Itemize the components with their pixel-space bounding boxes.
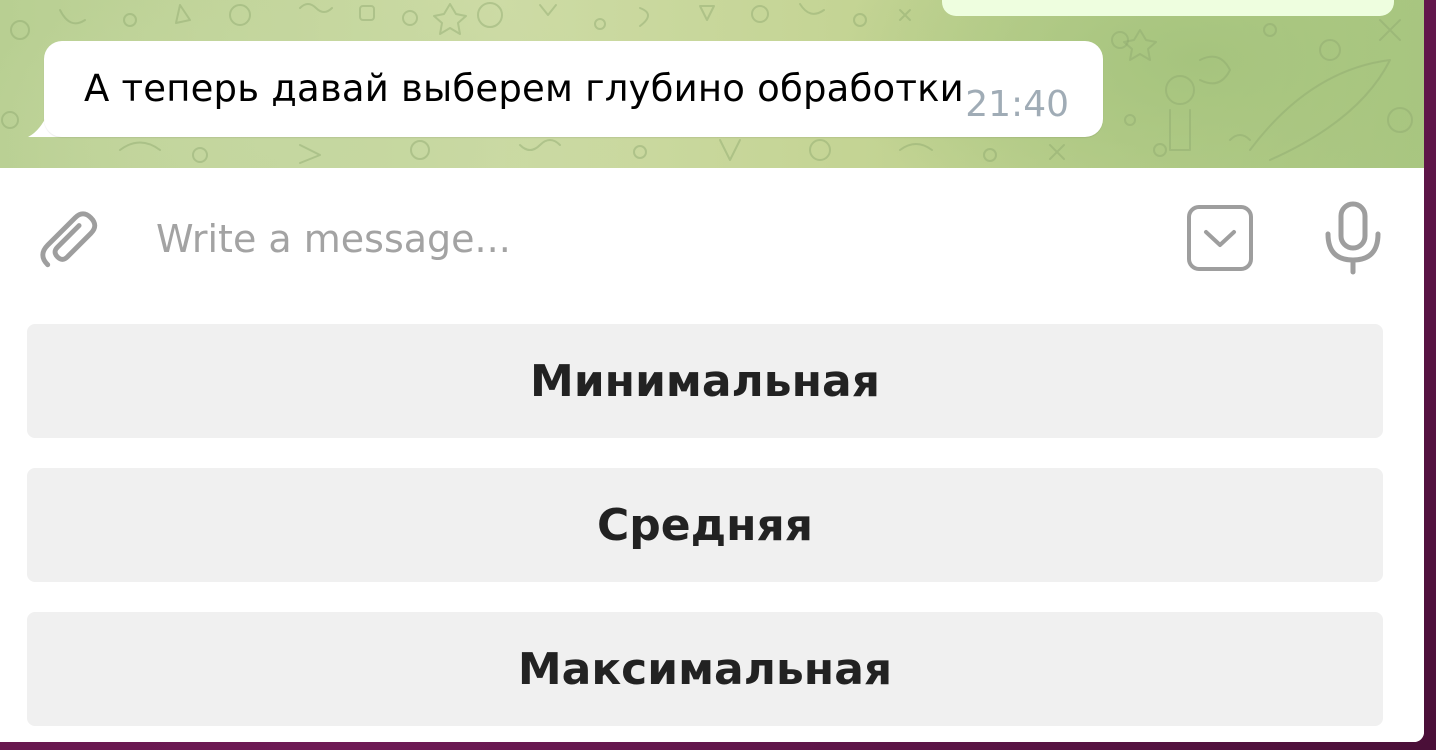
reply-keyboard: Минимальная Средняя Максимальная [0, 308, 1424, 742]
message-timestamp: 21:40 [965, 84, 1069, 125]
outgoing-message-bubble[interactable] [942, 0, 1394, 16]
keyboard-button-minimal[interactable]: Минимальная [27, 324, 1383, 438]
message-text: А теперь давай выберем глубино обработки [84, 67, 964, 110]
message-composer [0, 168, 1424, 308]
incoming-message-bubble[interactable]: А теперь давай выберем глубино обработки… [44, 41, 1103, 137]
telegram-window: А теперь давай выберем глубино обработки… [0, 0, 1424, 742]
chevron-down-icon[interactable] [1186, 204, 1254, 272]
chat-history[interactable]: А теперь давай выберем глубино обработки… [0, 0, 1424, 168]
keyboard-button-maximal[interactable]: Максимальная [27, 612, 1383, 726]
microphone-icon[interactable] [1318, 200, 1388, 276]
keyboard-button-medium[interactable]: Средняя [27, 468, 1383, 582]
paperclip-icon[interactable] [36, 206, 104, 274]
message-input[interactable] [156, 204, 1156, 274]
